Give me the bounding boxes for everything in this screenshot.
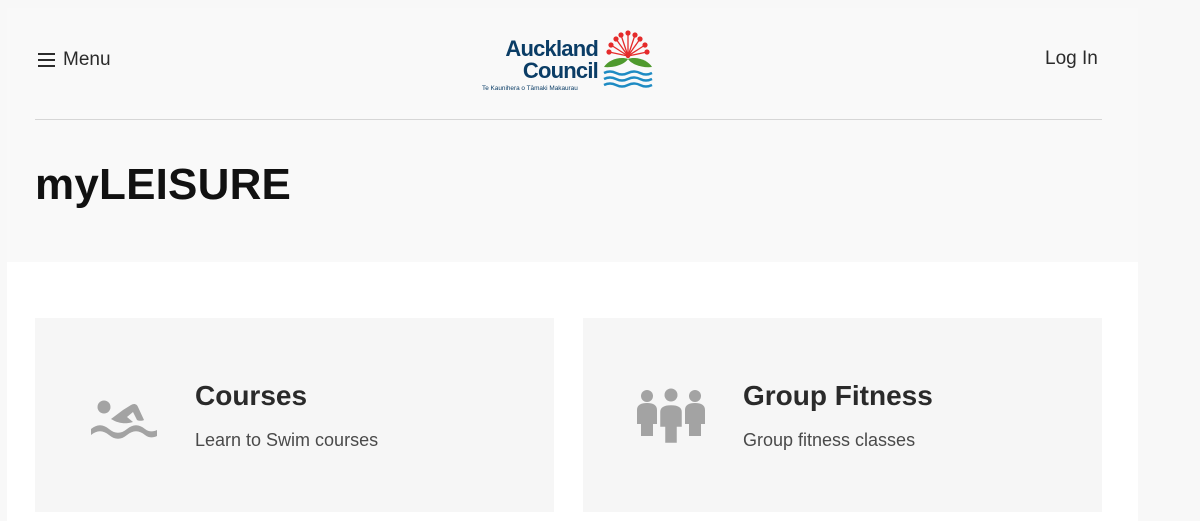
logo-line2: Council — [523, 58, 598, 83]
site-header: Menu Auckland Council Te Kaunihera o Tām… — [7, 8, 1138, 262]
header-divider — [35, 119, 1102, 120]
menu-label: Menu — [63, 49, 111, 70]
logo-tagline: Te Kaunihera o Tāmaki Makaurau — [482, 85, 578, 92]
menu-button[interactable]: Menu — [38, 46, 111, 74]
courses-card-description: Learn to Swim courses — [195, 430, 379, 450]
courses-card[interactable]: Courses Learn to Swim courses — [35, 318, 554, 512]
pohutukawa-flower-icon — [603, 30, 653, 88]
page: Menu Auckland Council Te Kaunihera o Tām… — [7, 8, 1138, 521]
page-title: myLEISURE — [35, 160, 292, 209]
logo-graphic: Auckland Council Te Kaunihera o Tāmaki M… — [482, 30, 653, 92]
group-people-icon — [637, 388, 705, 446]
group-fitness-card-description: Group fitness classes — [743, 430, 916, 450]
group-fitness-card[interactable]: Group Fitness Group fitness classes — [583, 318, 1102, 512]
login-link[interactable]: Log In — [1045, 48, 1098, 70]
swimmer-icon — [91, 400, 157, 439]
courses-card-title: Courses — [195, 380, 308, 411]
group-fitness-card-title: Group Fitness — [743, 380, 933, 411]
card-grid: Courses Learn to Swim courses Group Fitn… — [7, 262, 1138, 521]
hamburger-icon — [38, 53, 55, 67]
auckland-council-logo[interactable]: Auckland Council Te Kaunihera o Tāmaki M… — [480, 26, 660, 94]
